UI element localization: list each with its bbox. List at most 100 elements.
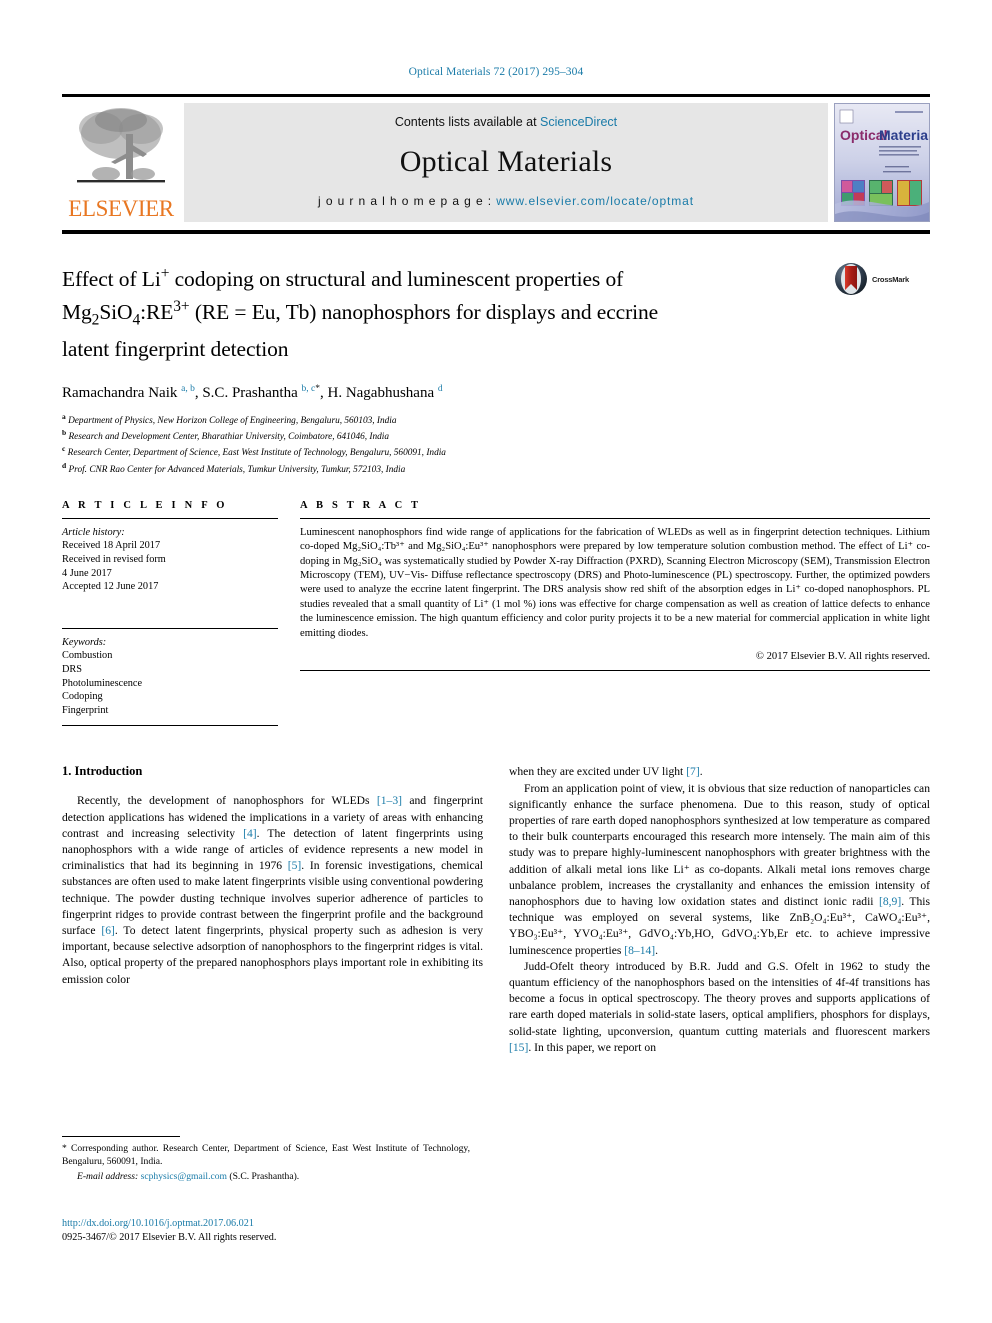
title-area: Effect of Li+ codoping on structural and… bbox=[62, 260, 930, 363]
title-seg-1b: codoping on structural and luminescent p… bbox=[169, 267, 624, 292]
keyword-item: Photoluminescence bbox=[62, 677, 143, 689]
paragraph: Judd-Ofelt theory introduced by B.R. Jud… bbox=[509, 959, 930, 1054]
keyword-item: Fingerprint bbox=[62, 704, 109, 716]
footnote-rule bbox=[62, 1136, 180, 1137]
paragraph: when they are excited under UV light [7]… bbox=[509, 765, 703, 779]
affiliation-item: d Prof. CNR Rao Center for Advanced Mate… bbox=[62, 460, 930, 476]
affiliation-text: Research and Development Center, Bharath… bbox=[68, 432, 390, 442]
title-seg-2b: SiO bbox=[99, 300, 133, 325]
elsevier-wordmark: ELSEVIER bbox=[68, 196, 174, 221]
paragraph: Recently, the development of nanophospho… bbox=[62, 794, 483, 986]
svg-text:Materials: Materials bbox=[879, 127, 929, 143]
email-link[interactable]: scphysics@gmail.com bbox=[141, 1171, 227, 1182]
abstract-column: A B S T R A C T Luminescent nanophosphor… bbox=[300, 499, 930, 672]
title-seg-3: latent fingerprint detection bbox=[62, 336, 289, 361]
body-column-right: when they are excited under UV light [7]… bbox=[509, 764, 930, 1056]
affiliation-mark: b bbox=[62, 427, 67, 437]
journal-homepage-line: j o u r n a l h o m e p a g e : www.else… bbox=[318, 194, 694, 208]
citation-ref[interactable]: [8–14] bbox=[624, 944, 655, 957]
doi-link[interactable]: http://dx.doi.org/10.1016/j.optmat.2017.… bbox=[62, 1217, 482, 1231]
keywords-rule-top bbox=[62, 627, 278, 629]
author-name: S.C. Prashantha bbox=[202, 384, 298, 401]
elsevier-logo: ELSEVIER bbox=[62, 103, 180, 222]
homepage-prefix: j o u r n a l h o m e p a g e : bbox=[318, 194, 497, 208]
title-seg-2a: Mg bbox=[62, 300, 92, 325]
affiliation-text: Prof. CNR Rao Center for Advanced Materi… bbox=[68, 464, 406, 475]
corresponding-author-note: * Corresponding author. Research Center,… bbox=[62, 1143, 470, 1167]
article-history-line: Received 18 April 2017 bbox=[62, 540, 161, 552]
author-affil-marks[interactable]: a, b bbox=[181, 384, 195, 394]
body-column-left: 1. Introduction Recently, the developmen… bbox=[62, 764, 483, 1056]
affiliation-mark: d bbox=[62, 460, 67, 470]
crossmark-icon bbox=[835, 263, 867, 295]
article-info-heading: A R T I C L E I N F O bbox=[62, 499, 228, 511]
crossmark-badge[interactable]: CrossMark bbox=[834, 260, 930, 296]
info-abstract-region: A R T I C L E I N F O Article history: R… bbox=[62, 500, 930, 727]
body-columns: 1. Introduction Recently, the developmen… bbox=[62, 764, 930, 1056]
affiliation-item: c Research Center, Department of Science… bbox=[62, 443, 930, 459]
title-sub-2b: 4 bbox=[132, 311, 141, 329]
author-name: Ramachandra Naik bbox=[62, 384, 178, 401]
affiliation-item: a Department of Physics, New Horizon Col… bbox=[62, 411, 930, 427]
abstract-heading: A B S T R A C T bbox=[300, 499, 422, 511]
crossmark-label: CrossMark bbox=[872, 274, 909, 284]
article-history-line: Accepted 12 June 2017 bbox=[62, 581, 159, 593]
homepage-url-link[interactable]: www.elsevier.com/locate/optmat bbox=[496, 194, 694, 208]
citation-ref[interactable]: [7] bbox=[686, 765, 700, 778]
journal-banner: Contents lists available at ScienceDirec… bbox=[184, 103, 828, 222]
article-history-label: Article history: bbox=[62, 526, 125, 538]
affiliation-text: Research Center, Department of Science, … bbox=[67, 448, 446, 459]
keyword-item: DRS bbox=[62, 663, 83, 675]
title-text-wrap: Effect of Li+ codoping on structural and… bbox=[62, 260, 834, 363]
title-seg-1: Effect of Li bbox=[62, 267, 161, 292]
article-history: Article history: Received 18 April 2017 … bbox=[62, 526, 278, 594]
paragraph: From an application point of view, it is… bbox=[509, 781, 930, 957]
affiliation-text: Department of Physics, New Horizon Colle… bbox=[68, 415, 397, 426]
abstract-rule-bottom bbox=[300, 670, 930, 672]
paper-page: Optical Materials 72 (2017) 295–304 ELSE… bbox=[0, 0, 992, 1323]
title-seg-2c: :RE bbox=[140, 300, 174, 325]
article-info-column: A R T I C L E I N F O Article history: R… bbox=[62, 500, 300, 727]
affiliation-list: a Department of Physics, New Horizon Col… bbox=[62, 411, 930, 476]
author-item: Ramachandra Naik a, b bbox=[62, 384, 195, 401]
affiliation-item: b Research and Development Center, Bhara… bbox=[62, 427, 930, 443]
cover-artwork-icon: Optical Materials bbox=[835, 104, 929, 221]
citation-ref[interactable]: [4] bbox=[243, 827, 257, 840]
author-affil-marks[interactable]: d bbox=[438, 384, 443, 394]
abstract-text: Luminescent nanophosphors find wide rang… bbox=[300, 526, 930, 639]
citation-ref[interactable]: [8,9] bbox=[879, 895, 901, 908]
abstract-rule-top bbox=[300, 517, 930, 519]
keywords-label: Keywords: bbox=[62, 636, 107, 648]
citation-ref[interactable]: [15] bbox=[509, 1041, 528, 1054]
masthead-bottom-rule bbox=[62, 230, 930, 234]
contents-available-line: Contents lists available at ScienceDirec… bbox=[395, 115, 617, 129]
citation-ref[interactable]: [6] bbox=[101, 924, 115, 937]
page-title: Effect of Li+ codoping on structural and… bbox=[62, 260, 820, 363]
author-name: H. Nagabhushana bbox=[327, 384, 435, 401]
keyword-item: Combustion bbox=[62, 650, 113, 662]
email-note: E-mail address: scphysics@gmail.com (S.C… bbox=[62, 1170, 470, 1183]
running-head: Optical Materials 72 (2017) 295–304 bbox=[408, 66, 584, 78]
email-owner: (S.C. Prashantha). bbox=[229, 1171, 300, 1182]
abstract-copyright: © 2017 Elsevier B.V. All rights reserved… bbox=[755, 651, 930, 663]
info-gap bbox=[62, 594, 278, 620]
elsevier-tree-icon bbox=[77, 108, 165, 183]
journal-title: Optical Materials bbox=[399, 144, 613, 178]
author-item: S.C. Prashantha b, c* bbox=[202, 384, 320, 401]
author-list: Ramachandra Naik a, b, S.C. Prashantha b… bbox=[62, 379, 930, 403]
sciencedirect-link[interactable]: ScienceDirect bbox=[540, 115, 617, 129]
article-history-line: Received in revised form bbox=[62, 553, 166, 565]
title-sup-2c: 3+ bbox=[173, 298, 190, 316]
citation-ref[interactable]: [5] bbox=[288, 859, 302, 872]
section-heading-introduction: 1. Introduction bbox=[62, 764, 143, 779]
journal-masthead: ELSEVIER Contents lists available at Sci… bbox=[62, 94, 930, 222]
footnote-block: * Corresponding author. Research Center,… bbox=[62, 1136, 470, 1183]
keywords-block: Keywords: Combustion DRS Photoluminescen… bbox=[62, 636, 278, 718]
affiliation-mark: a bbox=[62, 411, 66, 421]
article-history-line: 4 June 2017 bbox=[62, 567, 112, 579]
author-affil-marks[interactable]: b, c bbox=[302, 384, 316, 394]
citation-ref[interactable]: [1–3] bbox=[377, 794, 402, 807]
affiliation-mark: c bbox=[62, 444, 66, 454]
journal-cover-thumbnail[interactable]: Optical Materials bbox=[834, 103, 930, 222]
issn-copyright-line: 0925-3467/© 2017 Elsevier B.V. All right… bbox=[62, 1232, 277, 1243]
